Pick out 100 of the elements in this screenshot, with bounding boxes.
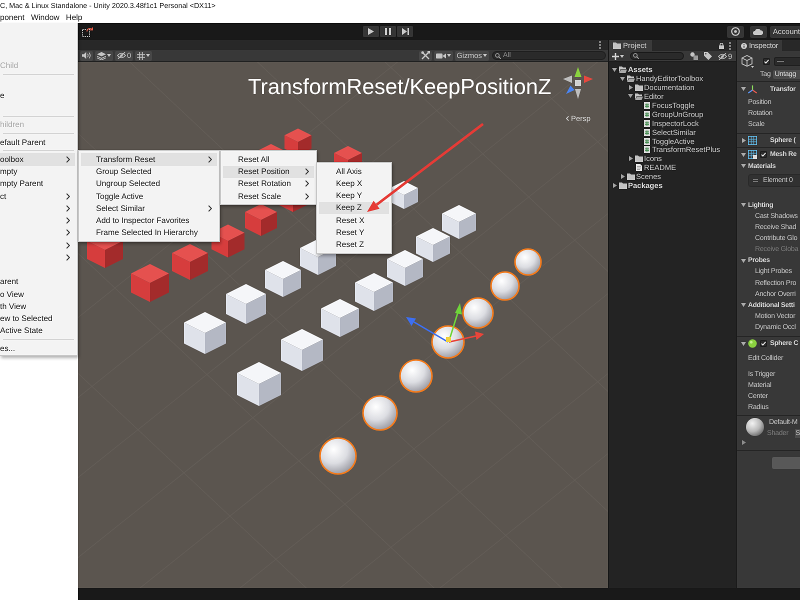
menu-item[interactable]: e <box>0 89 75 102</box>
triangle-right-icon[interactable] <box>628 156 632 162</box>
menu-item[interactable]: Reset Scale <box>223 190 314 202</box>
menu-item[interactable]: es... <box>0 342 75 354</box>
cube <box>237 362 281 406</box>
sphere-icon <box>748 339 757 348</box>
create-button[interactable] <box>612 52 624 60</box>
menu-item[interactable]: th View <box>0 300 75 312</box>
cube <box>321 299 359 337</box>
menu-item[interactable]: ew to Selected <box>0 312 75 325</box>
script-icon <box>644 102 650 109</box>
triangle-down-icon[interactable] <box>741 303 746 308</box>
menu-item[interactable]: efault Parent <box>0 136 75 148</box>
step-button[interactable] <box>397 26 413 37</box>
cube <box>442 205 476 239</box>
selected-sphere[interactable] <box>490 271 520 301</box>
triangle-right-icon[interactable] <box>620 174 624 180</box>
speaker-icon <box>82 52 91 59</box>
selected-sphere[interactable] <box>514 248 542 276</box>
lock-icon[interactable] <box>719 42 724 48</box>
triangle-down-icon[interactable] <box>741 164 746 168</box>
menu-item[interactable]: Reset Z <box>319 238 389 251</box>
layers-button[interactable] <box>95 50 113 60</box>
menu-item[interactable]: Reset Position <box>223 166 314 178</box>
triangle-down-icon[interactable] <box>741 342 746 346</box>
menu-item[interactable]: Reset Rotation <box>223 178 314 190</box>
menu-item[interactable]: Keep Y <box>319 190 389 202</box>
selected-sphere[interactable] <box>462 297 494 329</box>
camera-button[interactable] <box>434 50 453 60</box>
script-icon <box>644 110 650 118</box>
selected-sphere[interactable] <box>362 395 398 431</box>
menu-bar-item[interactable]: Window <box>30 12 60 23</box>
triangle-right-icon[interactable] <box>742 440 746 445</box>
checkbox[interactable] <box>763 58 770 64</box>
tag-icon[interactable] <box>704 52 712 60</box>
triangle-down-icon[interactable] <box>741 152 746 157</box>
menu-item[interactable]: Group Selected <box>81 166 217 178</box>
triangle-down-icon[interactable] <box>741 203 746 208</box>
eye-slash-icon <box>117 52 126 59</box>
checkbox[interactable] <box>760 340 767 347</box>
menu-bar-item[interactable]: ponent <box>0 12 24 23</box>
triangle-right-icon[interactable] <box>628 85 632 90</box>
search-icon <box>495 52 501 58</box>
menu-item[interactable]: arent <box>0 276 75 288</box>
cloud-button[interactable] <box>750 26 767 38</box>
menu-item[interactable]: Keep X <box>319 177 389 190</box>
caret-icon <box>620 54 624 58</box>
triangle-down-icon[interactable] <box>741 87 746 91</box>
checkbox[interactable] <box>760 151 767 158</box>
menu-item[interactable]: Reset Y <box>319 226 389 238</box>
folder-icon <box>635 155 643 162</box>
grid-button[interactable] <box>135 50 152 60</box>
search-icon <box>633 53 639 59</box>
menu-item[interactable]: mpty <box>0 166 75 178</box>
triangle-down-icon[interactable] <box>741 258 746 263</box>
triangle-down-icon[interactable] <box>612 68 617 72</box>
grid-icon <box>748 136 757 146</box>
tools-button[interactable] <box>418 50 432 60</box>
menu-item[interactable]: o View <box>0 288 75 300</box>
search-field[interactable] <box>630 52 684 60</box>
menu-item[interactable]: oolbox <box>0 153 75 166</box>
menu-item[interactable]: Frame Selected In Hierarchy <box>81 226 217 239</box>
ring-button[interactable] <box>726 26 744 38</box>
shapes-icon[interactable] <box>690 52 698 60</box>
menu-item[interactable]: Toggle Active <box>81 190 217 202</box>
caret-icon <box>107 54 111 57</box>
script-icon <box>644 138 650 144</box>
eye-slash-icon <box>718 52 727 60</box>
menu-item[interactable]: Ungroup Selected <box>81 178 217 190</box>
selected-sphere[interactable] <box>399 359 433 393</box>
move-gizmo[interactable] <box>406 303 484 343</box>
menu-item[interactable]: Transform Reset <box>81 153 217 166</box>
menu-item[interactable]: Keep Z <box>319 202 389 214</box>
selected-sphere[interactable] <box>319 437 357 475</box>
open-folder-icon <box>635 92 643 100</box>
pause-button[interactable] <box>380 26 396 37</box>
triangle-right-icon[interactable] <box>742 138 746 144</box>
dashed-square-icon[interactable] <box>82 26 93 36</box>
grid-icon <box>137 52 146 60</box>
cube <box>281 329 323 371</box>
axis-gizmo-icon[interactable] <box>563 67 593 99</box>
selected-sphere[interactable] <box>431 325 465 359</box>
menu-item[interactable]: ct <box>0 190 75 202</box>
pause-icon <box>385 28 391 35</box>
cube <box>416 228 450 262</box>
menu-item[interactable]: Reset X <box>319 214 389 226</box>
menu-item[interactable]: Select Similar <box>81 202 217 214</box>
menu-item[interactable]: All Axis <box>319 165 389 178</box>
triangle-down-icon[interactable] <box>628 94 633 98</box>
triangle-down-icon[interactable] <box>620 76 625 81</box>
menu-item[interactable]: Add to Inspector Favorites <box>81 214 217 227</box>
menu-item[interactable]: Reset All <box>223 153 314 166</box>
menu-item[interactable]: mpty Parent <box>0 178 75 190</box>
triangle-right-icon[interactable] <box>612 183 616 188</box>
menu-bar-item[interactable]: Help <box>66 12 82 23</box>
open-folder-icon <box>627 75 635 82</box>
play-button[interactable] <box>363 26 379 37</box>
menu-item[interactable]: Active State <box>0 324 75 337</box>
speaker-button[interactable] <box>80 50 93 60</box>
cube-icon[interactable] <box>741 54 754 68</box>
